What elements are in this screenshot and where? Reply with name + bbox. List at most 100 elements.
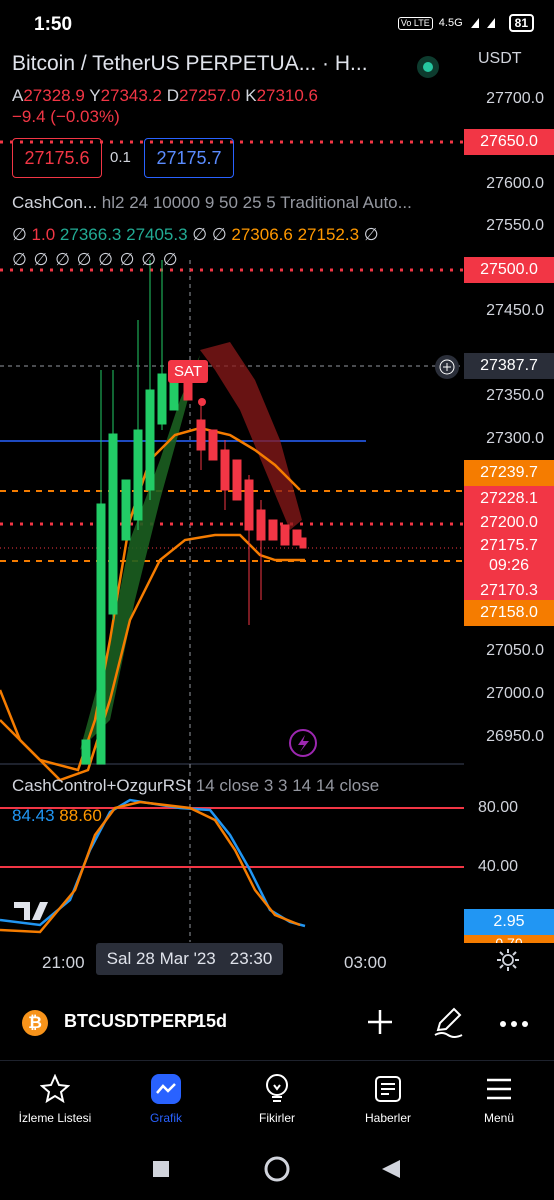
- indicator1-val: 27306.6: [231, 225, 293, 244]
- sell-button[interactable]: 27175.6: [12, 138, 102, 178]
- indicator1-val: ∅: [363, 225, 379, 244]
- star-icon: [35, 1071, 75, 1107]
- indicator2-params: 14 close 3 3 14 14 close: [195, 776, 380, 795]
- status-icons: Vo LTE 4.5G 81: [397, 14, 534, 32]
- ohlc-readout: A27328.9 Y27343.2 D27257.0 K27310.6: [12, 86, 318, 106]
- indicator1-val: ∅: [12, 225, 27, 244]
- add-alert-button[interactable]: [435, 355, 459, 379]
- nav-menu[interactable]: Menü: [444, 1061, 554, 1141]
- rsi-axis-label: 80.00: [478, 799, 519, 816]
- price-axis-label: 27000.0: [486, 685, 544, 702]
- price-axis-label: 27450.0: [486, 302, 544, 319]
- last-price-tag: 27175.7 09:26: [464, 534, 554, 578]
- time-cursor-label: Sal 28 Mar '23 23:30: [96, 943, 283, 975]
- low-label: D: [166, 86, 180, 105]
- open-value: 27328.9: [23, 86, 85, 105]
- circle-icon: [264, 1156, 290, 1182]
- nav-label: Fikirler: [259, 1111, 295, 1125]
- triangle-icon: [382, 1160, 400, 1178]
- lightbulb-icon: [257, 1071, 297, 1107]
- high-value: 27343.2: [100, 86, 163, 105]
- nav-label: İzleme Listesi: [18, 1111, 92, 1125]
- pen-icon: [434, 1007, 463, 1038]
- price-tag-level: 27239.7: [464, 460, 554, 486]
- system-nav-bar: [0, 1140, 554, 1200]
- square-icon: [153, 1161, 169, 1177]
- indicator1-empty-values: ∅ ∅ ∅ ∅ ∅ ∅ ∅ ∅: [12, 250, 179, 269]
- currency-label[interactable]: USDT: [478, 50, 522, 68]
- menu-icon: [479, 1071, 519, 1107]
- more-button[interactable]: [499, 1016, 529, 1034]
- more-icon: [500, 1021, 528, 1027]
- nav-label: Menü: [483, 1111, 515, 1125]
- status-time: 1:50: [34, 14, 73, 35]
- recent-apps-button[interactable]: [152, 1160, 170, 1183]
- chart-settings-button[interactable]: [496, 948, 520, 977]
- price-tag-level: 27200.0: [464, 510, 554, 536]
- price-tag-level: 27228.1: [464, 486, 554, 512]
- symbol-button[interactable]: BTCUSDTPERP: [64, 1011, 199, 1032]
- indicator2-values: 84.43 88.60: [12, 806, 102, 826]
- symbol-title[interactable]: Bitcoin / TetherUS PERPETUA... · H...: [12, 52, 368, 76]
- indicator1-params: hl2 24 10000 9 50 25 5 Traditional Auto.…: [101, 193, 412, 212]
- indicator1-val: ∅: [192, 225, 208, 244]
- indicator2-legend[interactable]: CashControl+OzgurRSI 14 close 3 3 14 14 …: [12, 776, 379, 796]
- indicator1-val: 27366.3: [59, 225, 122, 244]
- low-value: 27257.0: [179, 86, 241, 105]
- sell-signal-label: SAT: [168, 360, 209, 383]
- indicator1-values: ∅ 1.0 27366.3 27405.3 ∅ ∅ 27306.6 27152.…: [12, 225, 379, 245]
- status-bar: 1:50 Vo LTE 4.5G 81: [0, 0, 554, 50]
- close-label: K: [245, 86, 257, 105]
- time-label: 21:00: [42, 953, 85, 972]
- buy-button[interactable]: 27175.7: [144, 138, 234, 178]
- cursor-date: Sal 28 Mar '23: [106, 949, 216, 968]
- back-button[interactable]: [380, 1158, 402, 1185]
- indicator2-name: CashControl+OzgurRSI: [12, 776, 192, 795]
- close-value: 27310.6: [256, 86, 319, 105]
- nav-label: Haberler: [364, 1111, 412, 1125]
- add-button[interactable]: [366, 1008, 394, 1041]
- nav-ideas[interactable]: Fikirler: [222, 1061, 332, 1141]
- rsi-axis-label: 40.00: [478, 858, 519, 875]
- nav-watchlist[interactable]: İzleme Listesi: [0, 1061, 110, 1141]
- drawing-tools-button[interactable]: [432, 1006, 464, 1043]
- crosshair-price-tag: 27387.7: [464, 353, 554, 379]
- plus-circle-icon: [439, 359, 455, 375]
- volte-icon: Vo LTE: [397, 16, 433, 30]
- nav-label: Grafik: [149, 1111, 182, 1125]
- rsi-blue-value: 84.43: [12, 806, 55, 825]
- time-label: 03:00: [344, 953, 387, 972]
- price-tag-level: 27650.0: [464, 129, 554, 155]
- open-label: A: [12, 86, 24, 105]
- rsi-blue-tag: 2.95: [464, 909, 554, 935]
- price-axis-label: 27600.0: [486, 175, 544, 192]
- indicator1-name: CashCon...: [12, 193, 98, 212]
- bottom-nav: İzleme Listesi Grafik Fikirler Haberler …: [0, 1060, 554, 1141]
- price-axis-label: 27300.0: [486, 430, 544, 447]
- bitcoin-icon: ₿: [22, 1010, 48, 1036]
- price-change: −9.4 (−0.03%): [12, 107, 120, 126]
- indicator1-legend[interactable]: CashCon... hl2 24 10000 9 50 25 5 Tradit…: [12, 193, 412, 213]
- rsi-orange-value: 88.60: [59, 806, 102, 825]
- chart-icon: [146, 1071, 186, 1107]
- price-axis-label: 27350.0: [486, 387, 544, 404]
- price-axis-label: 26950.0: [486, 728, 544, 745]
- indicator1-val: ∅: [211, 225, 227, 244]
- rsi-orange-tag: 0.70: [464, 935, 554, 943]
- plus-icon: [368, 1010, 392, 1034]
- price-axis-label: 27550.0: [486, 217, 544, 234]
- indicator1-val: 1.0: [31, 225, 56, 244]
- spread-label: 0.1: [110, 149, 131, 166]
- cursor-time: 23:30: [229, 949, 273, 968]
- bar-countdown: 09:26: [488, 557, 530, 574]
- price-axis-label: 27050.0: [486, 642, 544, 659]
- battery-icon: 81: [508, 14, 534, 32]
- last-price: 27175.7: [480, 537, 538, 554]
- interval-button[interactable]: 15d: [196, 1011, 227, 1032]
- nav-news[interactable]: Haberler: [333, 1061, 443, 1141]
- high-label: Y: [89, 86, 101, 105]
- nav-chart[interactable]: Grafik: [111, 1061, 221, 1141]
- home-button[interactable]: [263, 1155, 291, 1188]
- signal-icon: [470, 18, 495, 28]
- gear-icon: [497, 949, 519, 971]
